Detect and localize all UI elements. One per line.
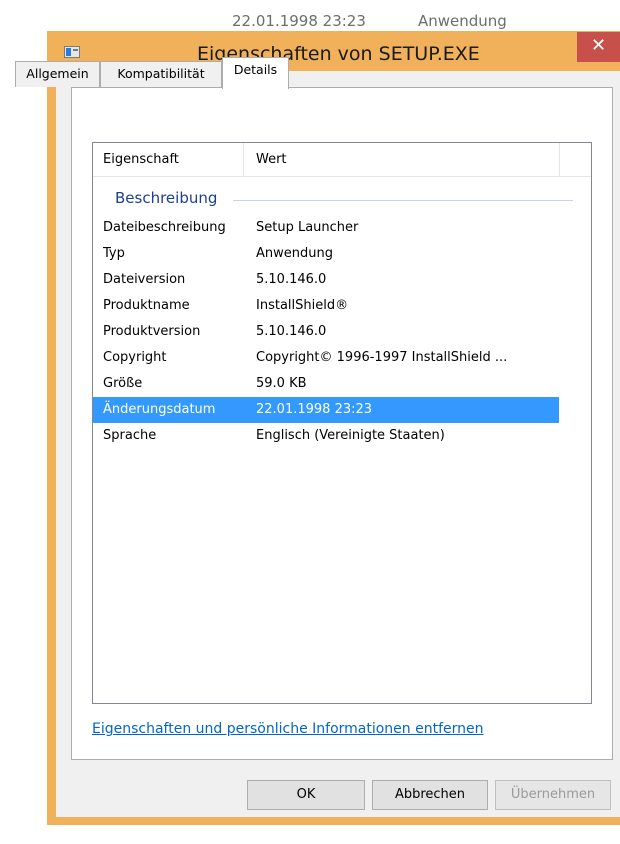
list-row-dateiversion[interactable]: Dateiversion 5.10.146.0 — [93, 267, 591, 293]
property-value: 59.0 KB — [256, 376, 307, 391]
property-name: Produktversion — [103, 324, 201, 339]
property-value: 5.10.146.0 — [256, 324, 327, 339]
property-name: Copyright — [103, 350, 167, 365]
close-button[interactable]: ✕ — [577, 32, 620, 62]
column-divider[interactable] — [243, 143, 244, 176]
remove-properties-link[interactable]: Eigenschaften und persönliche Informatio… — [92, 721, 484, 737]
background-file-row: 22.01.1998 23:23 Anwendung — [0, 0, 620, 30]
property-name: Produktname — [103, 298, 190, 313]
tab-details[interactable]: Details — [222, 57, 289, 89]
apply-button[interactable]: Übernehmen — [495, 780, 611, 810]
property-value: Copyright© 1996-1997 InstallShield ... — [256, 350, 508, 365]
group-label: Beschreibung — [115, 189, 218, 207]
cancel-button[interactable]: Abbrechen — [372, 780, 488, 810]
column-header-value[interactable]: Wert — [256, 152, 287, 167]
property-name: Dateiversion — [103, 272, 186, 287]
tab-allgemein[interactable]: Allgemein — [15, 61, 100, 87]
list-row-copyright[interactable]: Copyright Copyright© 1996-1997 InstallSh… — [93, 345, 591, 371]
tab-kompatibilitaet[interactable]: Kompatibilität — [100, 61, 222, 87]
list-row-aenderungsdatum[interactable]: Änderungsdatum 22.01.1998 23:23 — [93, 397, 591, 423]
property-value: 22.01.1998 23:23 — [256, 402, 373, 417]
property-value: 5.10.146.0 — [256, 272, 327, 287]
list-header: Eigenschaft Wert — [93, 143, 591, 177]
ok-button[interactable]: OK — [247, 780, 365, 810]
list-row-groesse[interactable]: Größe 59.0 KB — [93, 371, 591, 397]
group-header-description[interactable]: Beschreibung — [93, 189, 591, 211]
window-app-icon — [64, 46, 80, 58]
background-file-type: Anwendung — [418, 12, 507, 30]
property-value: InstallShield® — [256, 298, 349, 313]
group-divider-line — [233, 200, 573, 201]
properties-list[interactable]: Eigenschaft Wert Beschreibung Dateibesch… — [92, 142, 592, 704]
property-value: Setup Launcher — [256, 220, 359, 235]
list-row-produktname[interactable]: Produktname InstallShield® — [93, 293, 591, 319]
property-name: Typ — [103, 246, 125, 261]
list-row-produktversion[interactable]: Produktversion 5.10.146.0 — [93, 319, 591, 345]
property-value: Anwendung — [256, 246, 333, 261]
list-row-typ[interactable]: Typ Anwendung — [93, 241, 591, 267]
property-name: Dateibeschreibung — [103, 220, 226, 235]
list-row-sprache[interactable]: Sprache Englisch (Vereinigte Staaten) — [93, 423, 591, 449]
background-file-date: 22.01.1998 23:23 — [232, 12, 366, 30]
property-name: Größe — [103, 376, 143, 391]
list-row-dateibeschreibung[interactable]: Dateibeschreibung Setup Launcher — [93, 215, 591, 241]
column-divider[interactable] — [559, 143, 560, 176]
property-value: Englisch (Vereinigte Staaten) — [256, 428, 445, 443]
column-header-property[interactable]: Eigenschaft — [103, 152, 179, 167]
property-name: Änderungsdatum — [103, 402, 216, 417]
property-name: Sprache — [103, 428, 157, 443]
